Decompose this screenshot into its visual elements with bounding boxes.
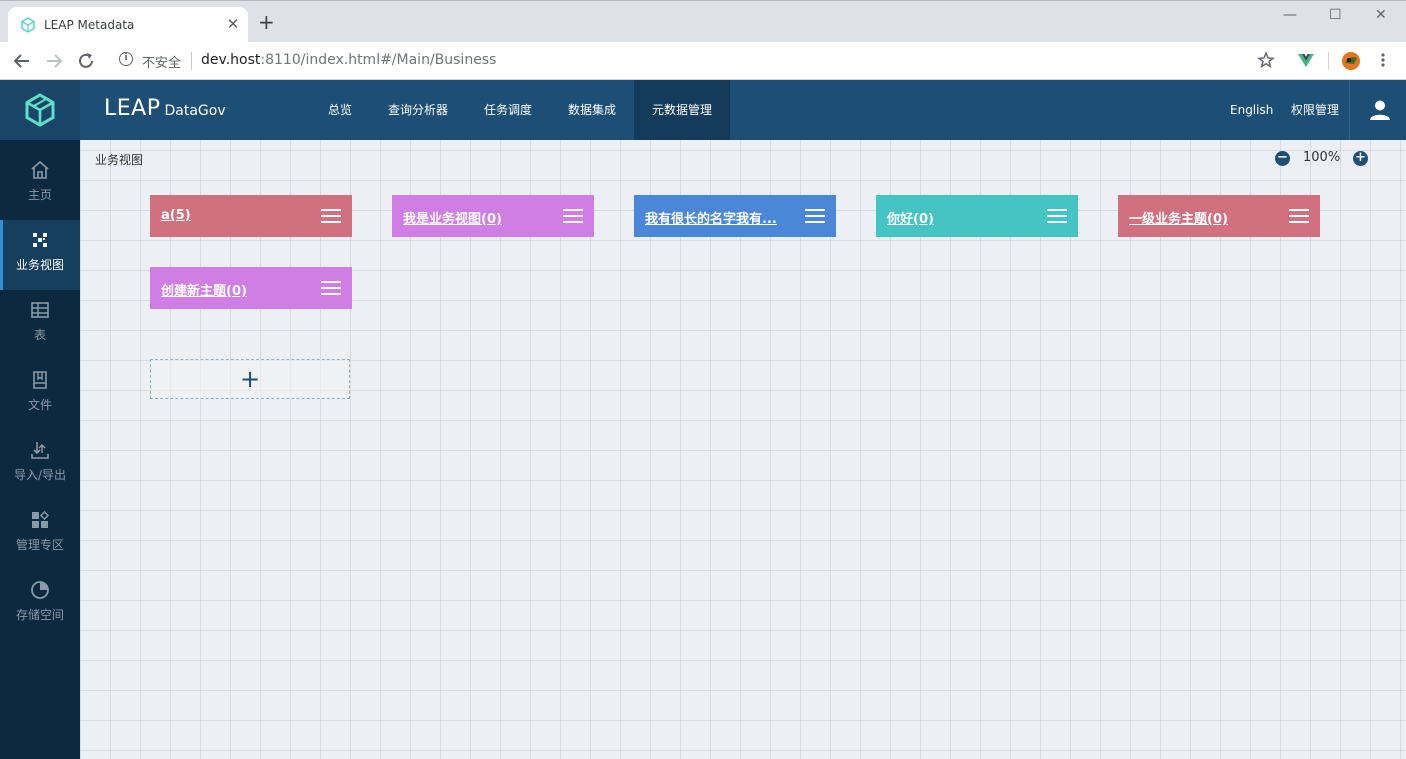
profile-avatar-icon[interactable] [1341, 51, 1361, 71]
sidebar-item-label: 表 [33, 328, 46, 342]
browser-tab-bar: LEAP Metadata ✕ + — ☐ ✕ [0, 0, 1406, 43]
file-icon [33, 371, 47, 389]
manage-icon [32, 510, 50, 528]
zoom-in-button[interactable]: + [1353, 151, 1368, 166]
business-view-icon [33, 233, 47, 247]
sidebar-item-label: 主页 [27, 188, 52, 202]
permission-management-link[interactable]: 权限管理 [1291, 80, 1339, 140]
sidebar-item-label: 导入/导出 [13, 468, 67, 482]
home-icon [31, 160, 49, 179]
hamburger-menu-icon[interactable] [321, 209, 341, 223]
url-path: :8110/index.html#/Main/Business [260, 52, 497, 68]
storage-icon [31, 581, 49, 599]
user-icon [1370, 100, 1390, 120]
hamburger-menu-icon[interactable] [1289, 209, 1309, 223]
topic-card[interactable]: a(5) [150, 195, 352, 237]
add-topic-button[interactable]: + [150, 359, 350, 399]
sidebar-item-label: 业务视图 [15, 258, 64, 272]
topic-card-title[interactable]: 我是业务视图(0) [403, 208, 502, 227]
browser-tab[interactable]: LEAP Metadata ✕ [8, 7, 248, 43]
topic-card-title[interactable]: a(5) [161, 208, 191, 223]
zoom-level: 100% [1303, 150, 1341, 165]
window-maximize-button[interactable]: ☐ [1329, 7, 1342, 23]
import-export-icon [31, 442, 49, 459]
tab-title: LEAP Metadata [44, 18, 135, 32]
cube-logo-icon [25, 93, 55, 127]
security-label[interactable]: 不安全 [142, 52, 181, 71]
hamburger-menu-icon[interactable] [321, 281, 341, 295]
nav-query-analyzer[interactable]: 查询分析器 [370, 80, 466, 140]
brand-main: LEAP [104, 96, 161, 121]
bookmark-star-icon[interactable] [1257, 51, 1275, 69]
browser-menu-icon[interactable] [1376, 51, 1390, 69]
app-header: LEAP DataGov 总览 查询分析器 任务调度 数据集成 元数据管理 Eng… [0, 80, 1406, 140]
topic-card-title[interactable]: 一级业务主题(0) [1129, 208, 1228, 227]
topic-card[interactable]: 创建新主题(0) [150, 267, 352, 309]
cube-favicon-icon [21, 17, 35, 33]
logo[interactable] [0, 80, 80, 140]
site-info-icon[interactable]: i [119, 52, 133, 66]
url-separator [191, 52, 192, 70]
window-minimize-button[interactable]: — [1283, 7, 1297, 23]
sidebar-item-storage[interactable]: 存储空间 [0, 570, 80, 640]
url-host: dev.host [201, 52, 261, 68]
sidebar: 主页 业务视图 表 文件 导入/导出 管理专区 存储空间 [0, 140, 80, 759]
tab-close-icon[interactable]: ✕ [224, 15, 242, 33]
forward-arrow-icon[interactable] [43, 50, 65, 72]
topic-card-title[interactable]: 你好(0) [887, 208, 934, 227]
new-tab-button[interactable]: + [258, 12, 275, 32]
nav-task-scheduling[interactable]: 任务调度 [466, 80, 550, 140]
browser-address-bar: i 不安全 dev.host:8110/index.html#/Main/Bus… [0, 42, 1406, 80]
topic-card-title[interactable]: 我有很长的名字我有... [645, 208, 777, 227]
sidebar-item-file[interactable]: 文件 [0, 360, 80, 430]
nav-data-integration[interactable]: 数据集成 [550, 80, 634, 140]
sidebar-item-business-view[interactable]: 业务视图 [0, 220, 80, 290]
topic-card-title[interactable]: 创建新主题(0) [161, 280, 247, 299]
vue-devtools-icon[interactable] [1297, 51, 1315, 69]
sidebar-item-import-export[interactable]: 导入/导出 [0, 430, 80, 500]
nav-metadata-management[interactable]: 元数据管理 [634, 80, 731, 140]
sidebar-item-home[interactable]: 主页 [0, 150, 80, 220]
table-icon [31, 302, 49, 318]
hamburger-menu-icon[interactable] [1047, 209, 1067, 223]
topic-card[interactable]: 我是业务视图(0) [392, 195, 594, 237]
sidebar-item-label: 存储空间 [15, 608, 64, 622]
hamburger-menu-icon[interactable] [805, 209, 825, 223]
business-view-canvas[interactable]: 业务视图 − 100% + a(5) 我是业务视图(0) 我有很长的名字我有..… [80, 140, 1406, 759]
reload-icon[interactable] [75, 50, 97, 72]
brand-sub: DataGov [164, 103, 226, 119]
sidebar-item-label: 管理专区 [15, 538, 64, 552]
breadcrumb: 业务视图 [95, 153, 144, 167]
url-input[interactable]: dev.host:8110/index.html#/Main/Business [201, 52, 496, 68]
plus-icon: + [240, 365, 261, 393]
hamburger-menu-icon[interactable] [563, 209, 583, 223]
brand: LEAP DataGov [104, 96, 226, 121]
window-close-button[interactable]: ✕ [1375, 7, 1387, 23]
topic-card[interactable]: 你好(0) [876, 195, 1078, 237]
sidebar-item-label: 文件 [27, 398, 52, 412]
topic-card[interactable]: 一级业务主题(0) [1118, 195, 1320, 237]
nav-overview[interactable]: 总览 [310, 80, 370, 140]
back-arrow-icon[interactable] [11, 50, 33, 72]
toolbar-divider [1328, 52, 1329, 70]
sidebar-item-table[interactable]: 表 [0, 290, 80, 360]
language-switch[interactable]: English [1230, 80, 1273, 140]
sidebar-item-management[interactable]: 管理专区 [0, 500, 80, 570]
zoom-out-button[interactable]: − [1275, 151, 1290, 166]
user-menu-button[interactable] [1349, 80, 1406, 140]
topic-card[interactable]: 我有很长的名字我有... [634, 195, 836, 237]
